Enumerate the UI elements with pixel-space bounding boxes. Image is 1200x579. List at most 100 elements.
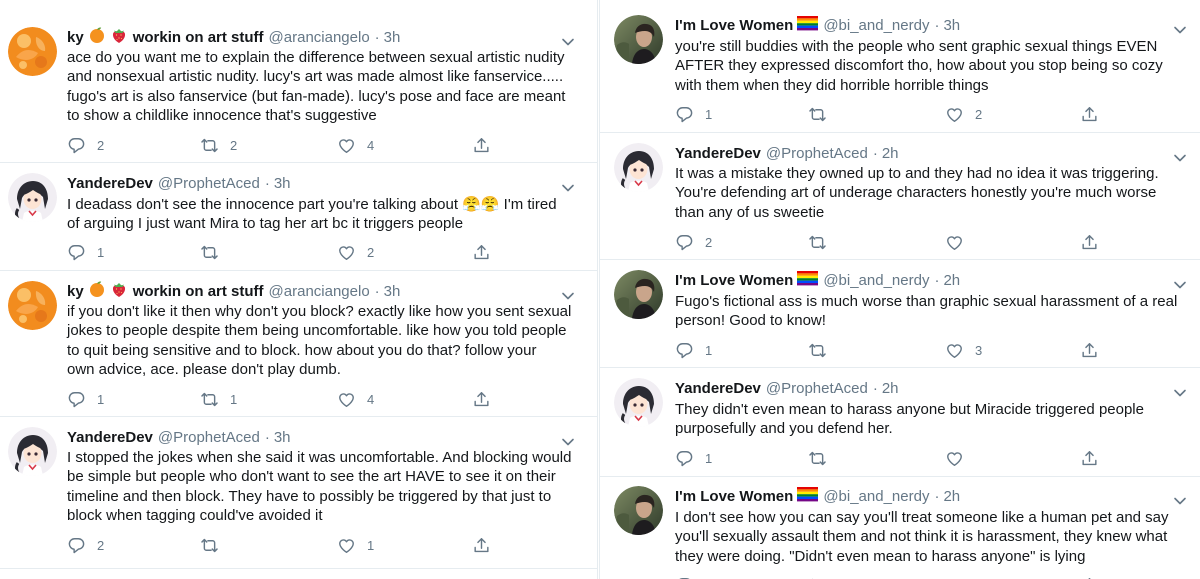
like-button[interactable]: 3 <box>945 340 982 360</box>
left-timeline-column: ky workin on art stuff @aranciangelo · 3h ace… <box>0 0 598 579</box>
reply-button[interactable]: 1 <box>675 104 712 124</box>
share-icon <box>472 536 491 555</box>
reply-button[interactable]: 2 <box>67 535 104 555</box>
chevron-down-icon[interactable] <box>561 34 575 46</box>
retweet-button[interactable] <box>808 575 838 579</box>
like-button[interactable]: 2 <box>337 242 374 262</box>
display-name-suffix[interactable]: workin on art stuff <box>133 28 264 48</box>
user-handle[interactable]: @ProphetAced <box>158 428 260 448</box>
anime-avatar[interactable] <box>8 427 57 476</box>
timestamp[interactable]: 2h <box>943 271 960 291</box>
orange-avatar[interactable] <box>8 281 57 330</box>
timestamp[interactable]: 2h <box>882 379 899 399</box>
display-name[interactable]: I'm Love Women <box>675 271 793 291</box>
photo-avatar[interactable] <box>614 270 663 319</box>
share-button[interactable] <box>472 135 491 155</box>
user-handle[interactable]: @ProphetAced <box>766 144 868 164</box>
photo-avatar[interactable] <box>614 15 663 64</box>
retweet-button[interactable] <box>200 535 230 555</box>
chevron-down-icon[interactable] <box>1173 277 1187 289</box>
timestamp[interactable]: 3h <box>384 28 401 48</box>
reply-icon <box>67 136 86 155</box>
user-handle[interactable]: @bi_and_nerdy <box>823 16 929 36</box>
photo-avatar[interactable] <box>614 486 663 535</box>
share-icon <box>1080 341 1099 360</box>
share-button[interactable] <box>472 242 491 262</box>
timestamp[interactable]: 3h <box>274 174 291 194</box>
retweet-button[interactable] <box>200 242 230 262</box>
anime-avatar[interactable] <box>614 378 663 427</box>
chevron-down-icon[interactable] <box>1173 22 1187 34</box>
user-handle[interactable]: @aranciangelo <box>269 282 370 302</box>
display-name[interactable]: YandereDev <box>675 379 761 399</box>
reply-button[interactable]: 1 <box>675 448 712 468</box>
retweet-button[interactable] <box>808 340 838 360</box>
display-name[interactable]: YandereDev <box>67 428 153 448</box>
chevron-down-icon[interactable] <box>561 288 575 300</box>
like-icon <box>337 243 356 262</box>
replies-count: 2 <box>97 537 105 553</box>
timestamp[interactable]: 3h <box>274 428 291 448</box>
tweet-divider <box>600 132 1200 133</box>
like-button[interactable] <box>945 232 975 252</box>
share-button[interactable] <box>1080 104 1099 124</box>
reply-button[interactable]: 1 <box>675 340 712 360</box>
like-button[interactable]: 2 <box>945 104 982 124</box>
reply-button[interactable]: 1 <box>67 389 104 409</box>
anime-avatar[interactable] <box>614 143 663 192</box>
retweet-button[interactable]: 1 <box>200 389 237 409</box>
timestamp[interactable]: 3h <box>943 16 960 36</box>
display-name[interactable]: YandereDev <box>675 144 761 164</box>
reply-button[interactable]: 2 <box>675 232 712 252</box>
like-button[interactable]: 4 <box>337 389 374 409</box>
share-button[interactable] <box>1080 575 1099 579</box>
retweet-button[interactable] <box>808 448 838 468</box>
display-name[interactable]: I'm Love Women <box>675 487 793 507</box>
replies-count: 1 <box>705 106 713 122</box>
user-handle[interactable]: @ProphetAced <box>158 174 260 194</box>
reply-button[interactable] <box>675 575 705 579</box>
timestamp[interactable]: 3h <box>384 282 401 302</box>
like-button[interactable] <box>945 575 975 579</box>
tweet-text: They didn't even mean to harass anyone b… <box>675 400 1144 439</box>
chevron-down-icon[interactable] <box>1173 150 1187 162</box>
tweet-text-line: person! Good to know! <box>675 312 826 330</box>
display-name-suffix[interactable]: workin on art stuff <box>133 282 264 302</box>
reply-button[interactable]: 2 <box>67 135 104 155</box>
like-icon <box>945 105 964 124</box>
like-button[interactable]: 1 <box>337 535 374 555</box>
tweet-text-line: I stopped the jokes when she said it was… <box>67 449 572 466</box>
chevron-down-icon[interactable] <box>561 180 575 192</box>
share-button[interactable] <box>1080 232 1099 252</box>
chevron-down-icon[interactable] <box>1173 493 1187 505</box>
like-button[interactable] <box>945 448 975 468</box>
retweet-icon <box>808 105 827 124</box>
share-button[interactable] <box>472 389 491 409</box>
timestamp[interactable]: 2h <box>943 487 960 507</box>
user-handle[interactable]: @aranciangelo <box>269 28 370 48</box>
display-name[interactable]: ky <box>67 282 84 302</box>
separator-dot: · <box>934 272 940 289</box>
retweet-button[interactable]: 2 <box>200 135 237 155</box>
user-handle[interactable]: @bi_and_nerdy <box>823 271 929 291</box>
chevron-down-icon[interactable] <box>1173 385 1187 397</box>
retweet-button[interactable] <box>808 104 838 124</box>
share-button[interactable] <box>1080 448 1099 468</box>
display-name[interactable]: YandereDev <box>67 174 153 194</box>
like-button[interactable]: 4 <box>337 135 374 155</box>
chevron-down-icon[interactable] <box>561 434 575 446</box>
reply-button[interactable]: 1 <box>67 242 104 262</box>
display-name[interactable]: I'm Love Women <box>675 16 793 36</box>
share-button[interactable] <box>472 535 491 555</box>
user-handle[interactable]: @bi_and_nerdy <box>823 487 929 507</box>
like-icon <box>337 136 356 155</box>
anime-avatar[interactable] <box>8 173 57 222</box>
user-handle[interactable]: @ProphetAced <box>766 379 868 399</box>
display-name[interactable]: ky <box>67 28 84 48</box>
timestamp[interactable]: 2h <box>882 144 899 164</box>
retweet-icon <box>200 243 219 262</box>
share-button[interactable] <box>1080 340 1099 360</box>
retweet-button[interactable] <box>808 232 838 252</box>
tweet-text-line: ace do you want me to explain the differ… <box>67 49 565 66</box>
orange-avatar[interactable] <box>8 27 57 76</box>
